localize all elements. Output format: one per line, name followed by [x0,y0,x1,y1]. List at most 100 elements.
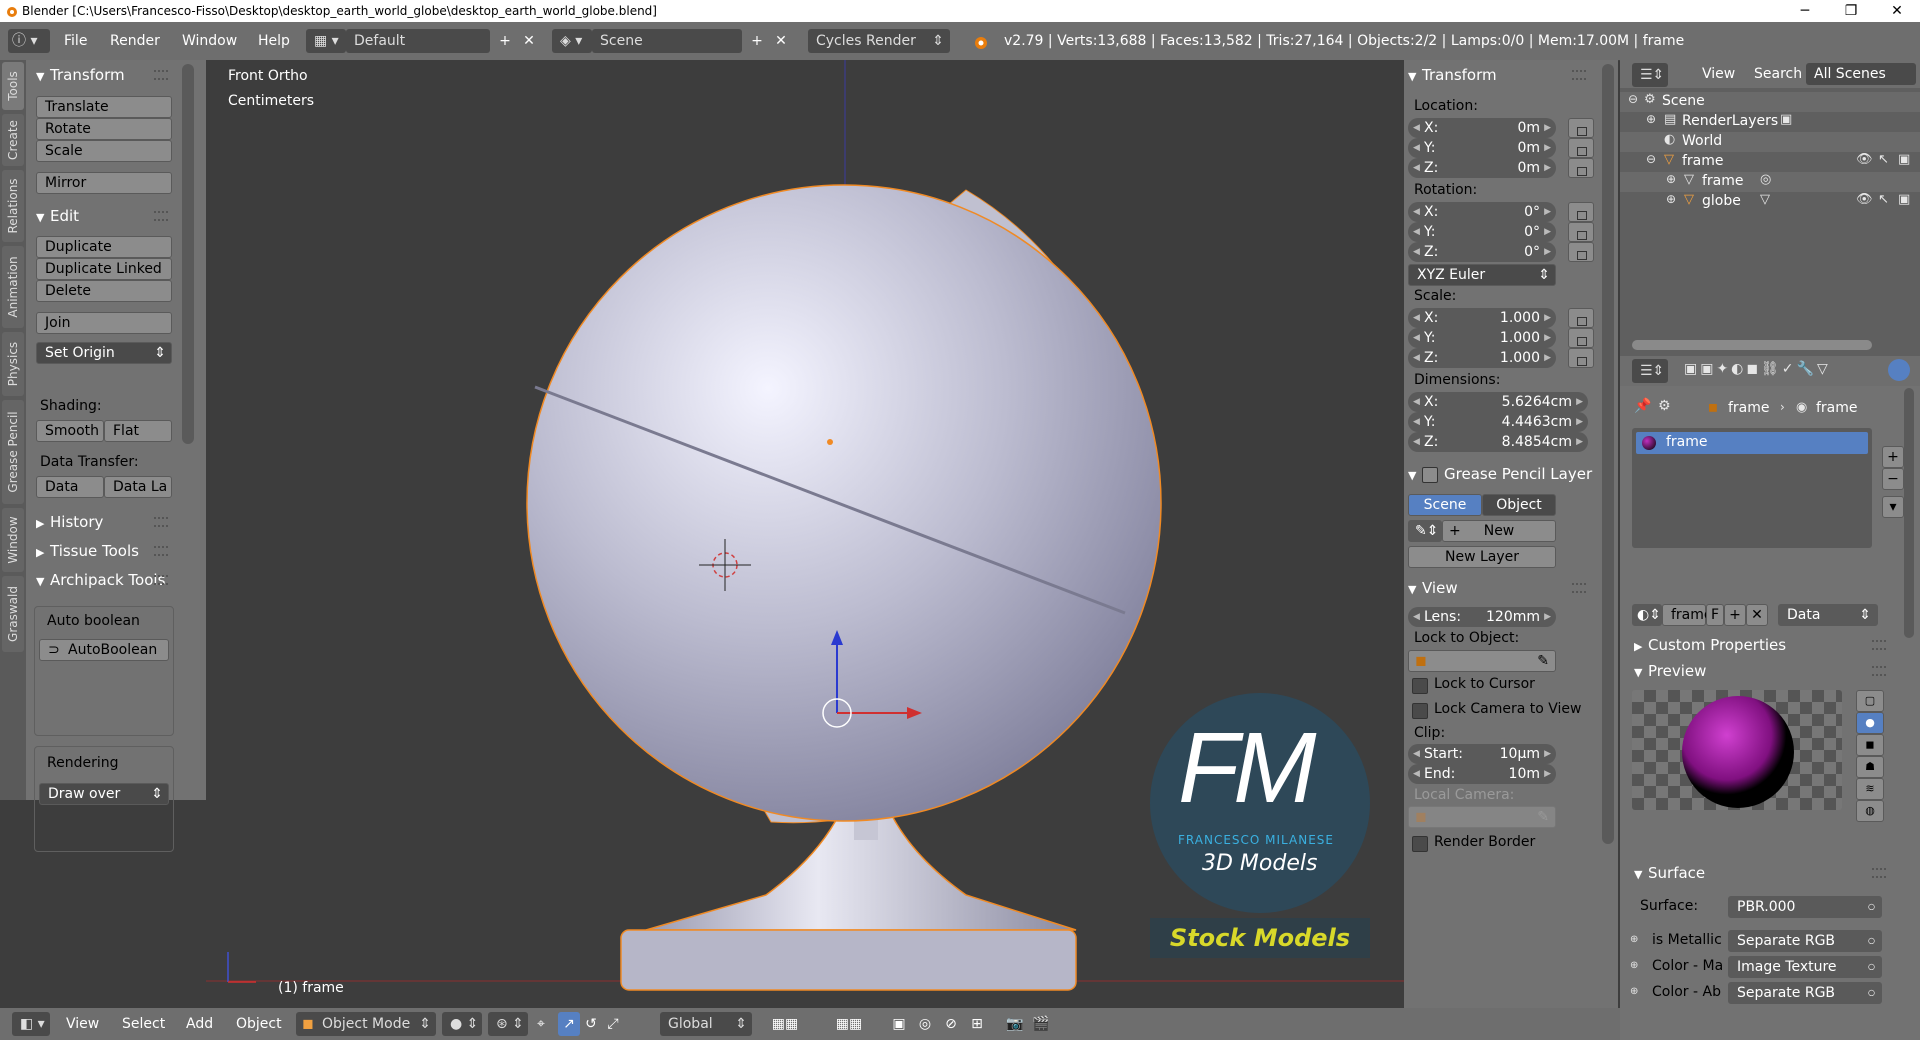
render-camera-icon[interactable]: ▣ [1898,192,1910,207]
tab-create[interactable]: Create [2,114,24,166]
mode-select[interactable]: ◼ Object Mode ⇕ [296,1012,436,1036]
duplicate-linked-button[interactable]: Duplicate Linked [36,258,172,280]
gp-pencil-select[interactable]: ✎⇕ [1408,520,1442,542]
panel-grip-icon[interactable] [1872,868,1886,878]
expand-toggle-icon[interactable]: ⊕ [1666,192,1676,206]
toolshelf-scrollbar[interactable] [182,64,194,444]
visibility-eye-icon[interactable]: 👁 [1856,152,1873,167]
unlink-material-button[interactable]: ✕ [1746,604,1768,626]
rotation-x-field[interactable]: ◀ X: 0° ▶ [1408,202,1556,222]
clip-start-field[interactable]: ◀ Start: 10µm ▶ [1408,744,1556,764]
tab-tools[interactable]: Tools [2,62,24,110]
eyedropper-icon[interactable]: ✎ [1537,807,1549,827]
slot-specials-button[interactable]: ▾ [1882,496,1904,518]
lock-location-z-icon[interactable] [1568,158,1594,178]
join-button[interactable]: Join [36,312,172,334]
maximize-button[interactable]: ❐ [1828,0,1874,22]
set-origin-select[interactable]: Set Origin ⇕ [36,342,172,364]
remove-layout-icon[interactable]: ✕ [518,29,540,53]
lock-rotation-z-icon[interactable] [1568,242,1594,262]
opengl-render-icon[interactable]: 📷 [1004,1012,1026,1036]
lens-field[interactable]: ◀ Lens: 120mm ▶ [1408,607,1556,627]
tab-relations[interactable]: Relations [2,170,24,242]
menu-search[interactable]: Search [1754,60,1802,88]
lock-scale-x-icon[interactable] [1568,308,1594,328]
mirror-button[interactable]: Mirror [36,172,172,194]
layers-icon[interactable]: ▦▦ [760,1012,810,1036]
add-scene-icon[interactable]: + [746,29,768,53]
select-arrow-icon[interactable]: ↖ [1878,192,1889,207]
scale-x-field[interactable]: ◀ X: 1.000 ▶ [1408,308,1556,328]
tab-grease-pencil[interactable]: Grease Pencil [2,400,24,504]
material-tab-icon[interactable] [1888,359,1910,381]
data-layout-button[interactable]: Data La [104,476,172,498]
transform-orientation-select[interactable]: Global ⇕ [660,1012,752,1036]
dimensions-y-field[interactable]: ◀ Y: 4.4463cm ▶ [1408,412,1588,432]
editor-type-button[interactable]: ◧ ▾ [12,1012,50,1036]
panel-grip-icon[interactable] [154,517,168,527]
manipulator-toggle-icon[interactable]: ⌖ [530,1012,552,1036]
tab-physics[interactable]: Physics [2,332,24,396]
lock-scale-z-icon[interactable] [1568,348,1594,368]
panel-grip-icon[interactable] [1572,583,1586,593]
collapse-toggle-icon[interactable]: ⊖ [1646,152,1656,166]
lock-location-x-icon[interactable] [1568,118,1594,138]
remove-slot-button[interactable]: − [1882,468,1904,490]
custom-properties-header[interactable]: ▶ Custom Properties [1634,632,1786,658]
rotate-manipulator-icon[interactable]: ↺ [580,1012,602,1036]
lock-to-cursor-checkbox[interactable] [1412,678,1428,694]
layout-picker-button[interactable]: ▦ ▾ [306,29,346,53]
fake-user-button[interactable]: F [1706,604,1724,626]
menu-add[interactable]: Add [186,1008,213,1040]
preview-monkey-icon[interactable]: ☗ [1856,756,1884,778]
tissue-tools-panel-header[interactable]: ▶ Tissue Tools [36,538,139,564]
minimize-button[interactable]: ─ [1782,0,1828,22]
material-slots-list[interactable]: frame [1632,428,1872,548]
grease-pencil-checkbox[interactable] [1422,466,1438,483]
autoboolean-button[interactable]: ⊃ AutoBoolean [39,639,169,661]
expand-toggle-icon[interactable]: ⊕ [1646,112,1656,126]
panel-grip-icon[interactable] [1872,640,1886,650]
scale-button[interactable]: Scale [36,140,172,162]
material-browse-button[interactable]: ◐⇕ [1632,604,1662,626]
scale-manipulator-icon[interactable]: ⤢ [602,1012,624,1036]
lock-camera-checkbox[interactable] [1412,703,1428,719]
is-metallic-input-select[interactable]: Separate RGB ○ [1728,930,1882,952]
snap-icon[interactable]: ⊘ [940,1012,962,1036]
lock-scale-y-icon[interactable] [1568,328,1594,348]
scale-z-field[interactable]: ◀ Z: 1.000 ▶ [1408,348,1556,368]
menu-object[interactable]: Object [236,1008,282,1040]
gp-new-button[interactable]: + New [1442,520,1556,542]
panel-grip-icon[interactable] [1872,666,1886,676]
smooth-shading-button[interactable]: Smooth [36,420,104,442]
scene-picker-button[interactable]: ◈ ▾ [552,29,592,53]
expand-toggle-icon[interactable]: ⊕ [1666,172,1676,186]
material-slot-row[interactable]: frame [1636,432,1868,454]
location-z-field[interactable]: ◀ Z: 0m ▶ [1408,158,1556,178]
tab-animation[interactable]: Animation [2,246,24,328]
render-engine-select[interactable]: Cycles Render ⇕ [808,29,950,53]
dimensions-z-field[interactable]: ◀ Z: 8.4854cm ▶ [1408,432,1588,452]
outliner-row-frame[interactable]: ⊖ ▽ frame 👁 ↖ ▣ [1620,152,1920,172]
delete-button[interactable]: Delete [36,280,172,302]
lock-rotation-x-icon[interactable] [1568,202,1594,222]
panel-grip-icon[interactable] [1572,70,1586,80]
preview-panel-header[interactable]: ▼ Preview [1634,658,1706,684]
close-window-button[interactable]: ✕ [1874,0,1920,22]
layers-icon[interactable]: ▦▦ [824,1012,874,1036]
transform-panel-header[interactable]: ▼ Transform [1408,62,1497,88]
collapse-toggle-icon[interactable]: ⊖ [1628,92,1638,106]
pivot-point-select[interactable]: ⊛ ⇕ [488,1012,528,1036]
rotation-z-field[interactable]: ◀ Z: 0° ▶ [1408,242,1556,262]
gp-scene-tab[interactable]: Scene [1408,494,1482,516]
display-mode-select[interactable]: All Scenes [1806,63,1916,85]
panel-grip-icon[interactable] [154,211,168,221]
rotation-mode-select[interactable]: XYZ Euler ⇕ [1408,264,1556,286]
scale-y-field[interactable]: ◀ Y: 1.000 ▶ [1408,328,1556,348]
outliner-row-globe[interactable]: ⊕ ▽ globe ▽ 👁 ↖ ▣ [1620,192,1920,212]
menu-file[interactable]: File [64,22,87,60]
proportional-edit-icon[interactable]: ◎ [914,1012,936,1036]
view-panel-header[interactable]: ▼ View [1408,575,1458,601]
screen-layout-field[interactable]: Default [346,29,490,53]
render-layer-icon[interactable]: ▣ [888,1012,910,1036]
